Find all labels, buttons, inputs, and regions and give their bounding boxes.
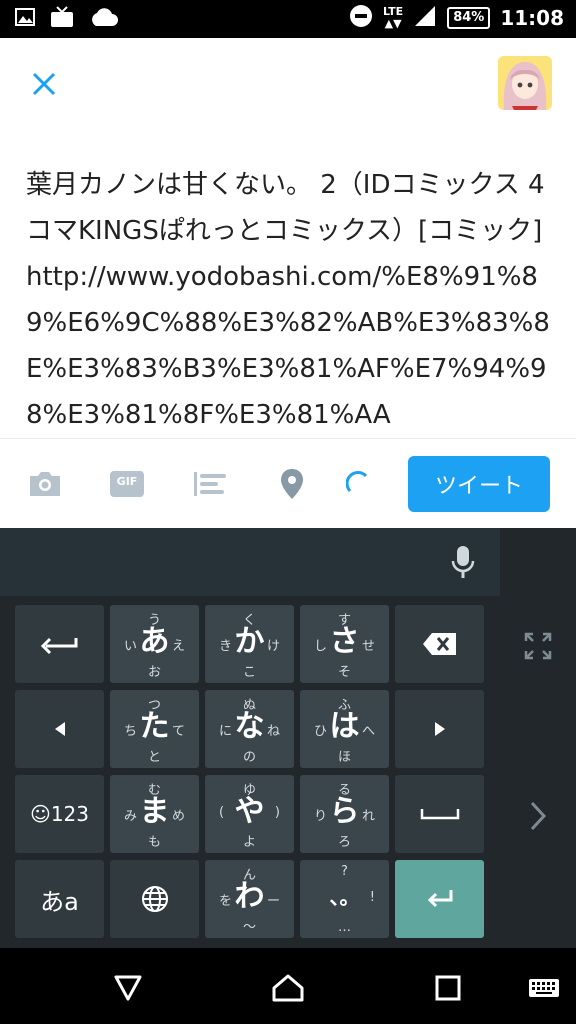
kana-key-a[interactable]: ういあえお — [110, 605, 199, 683]
location-button[interactable] — [278, 467, 306, 501]
emoji-number-key[interactable]: ☺123 — [15, 775, 104, 853]
avatar[interactable] — [498, 56, 552, 110]
gallery-icon — [14, 6, 36, 32]
home-icon — [272, 974, 304, 1002]
navigation-bar — [0, 948, 576, 1024]
tweet-text-input[interactable]: 葉月カノンは甘くない。 2（IDコミックス 4コマKINGSぱれっとコミックス）… — [26, 162, 556, 438]
fullscreen-toggle-button[interactable] — [524, 632, 552, 664]
tv-icon — [50, 6, 74, 32]
progress-ring-icon — [346, 471, 368, 493]
kana-key-ma[interactable]: むみまめも — [110, 775, 199, 853]
kana-key-na[interactable]: ぬになねの — [205, 690, 294, 768]
network-type-label: LTE ▲▼ — [382, 5, 404, 30]
nav-recents-button[interactable] — [430, 970, 466, 1006]
kana-key-ta[interactable]: つちたてと — [110, 690, 199, 768]
close-button[interactable] — [26, 66, 62, 102]
input-mode-label: あa — [40, 887, 79, 916]
camera-icon — [30, 472, 60, 496]
keyboard-side-panel — [500, 528, 576, 948]
status-clock: 11:08 — [500, 6, 564, 30]
punctuation-key[interactable]: ?、。!… — [300, 860, 389, 938]
compose-area: 葉月カノンは甘くない。 2（IDコミックス 4コマKINGSぱれっとコミックス）… — [0, 38, 576, 438]
kana-key-ra[interactable]: るりられろ — [300, 775, 389, 853]
close-icon — [32, 72, 56, 96]
cloud-icon — [88, 6, 118, 32]
poll-icon — [194, 472, 226, 496]
backspace-icon — [422, 633, 456, 655]
battery-indicator: 84% — [447, 7, 491, 29]
software-keyboard: ういあえお くきかけこ すしさせそ つちたてと ぬになねの ふひはへほ ☺123… — [0, 528, 576, 948]
triangle-right-icon — [434, 722, 445, 736]
back-icon — [114, 975, 142, 1001]
recents-icon — [435, 975, 461, 1001]
globe-icon — [141, 886, 168, 912]
space-key[interactable] — [395, 775, 484, 853]
location-pin-icon — [281, 469, 303, 499]
character-count-ring — [344, 467, 374, 501]
microphone-icon — [451, 546, 475, 578]
keyboard-suggestion-bar — [0, 528, 500, 596]
delete-key[interactable] — [395, 605, 484, 683]
nav-home-button[interactable] — [270, 970, 306, 1006]
keyboard-switch-button[interactable] — [526, 970, 562, 1006]
kana-key-ka[interactable]: くきかけこ — [205, 605, 294, 683]
keyboard-switch-icon — [529, 979, 559, 997]
enter-arrow-icon — [427, 890, 452, 908]
emoji-number-label: ☺123 — [29, 802, 90, 826]
tweet-button[interactable]: ツイート — [408, 456, 550, 512]
gif-label: GIF — [116, 475, 138, 488]
kana-key-ya[interactable]: ゆ(や) よ — [205, 775, 294, 853]
camera-button[interactable] — [26, 467, 64, 501]
kana-key-wa[interactable]: んをわー〜 — [205, 860, 294, 938]
compose-toolbar: GIF ツイート — [0, 438, 576, 528]
triangle-left-icon — [54, 722, 65, 736]
kana-key-ha[interactable]: ふひはへほ — [300, 690, 389, 768]
input-mode-key[interactable]: あa — [15, 860, 104, 938]
enter-key[interactable] — [395, 860, 484, 938]
cursor-left-key[interactable] — [15, 690, 104, 768]
space-bar-icon — [420, 809, 459, 820]
gif-button[interactable]: GIF — [108, 467, 146, 501]
kana-key-sa[interactable]: すしさせそ — [300, 605, 389, 683]
backspace-arrow-key[interactable] — [15, 605, 104, 683]
signal-icon — [413, 4, 437, 32]
cursor-right-key[interactable] — [395, 690, 484, 768]
back-arrow-icon — [40, 637, 77, 654]
dnd-icon — [349, 4, 373, 32]
next-page-button[interactable] — [528, 800, 548, 836]
nav-back-button[interactable] — [110, 970, 146, 1006]
expand-icon — [524, 632, 552, 660]
language-key[interactable] — [110, 860, 199, 938]
status-bar: LTE ▲▼ 84% 11:08 — [0, 0, 576, 38]
chevron-right-icon — [530, 801, 547, 831]
poll-button[interactable] — [192, 467, 228, 501]
voice-input-button[interactable] — [448, 544, 478, 582]
